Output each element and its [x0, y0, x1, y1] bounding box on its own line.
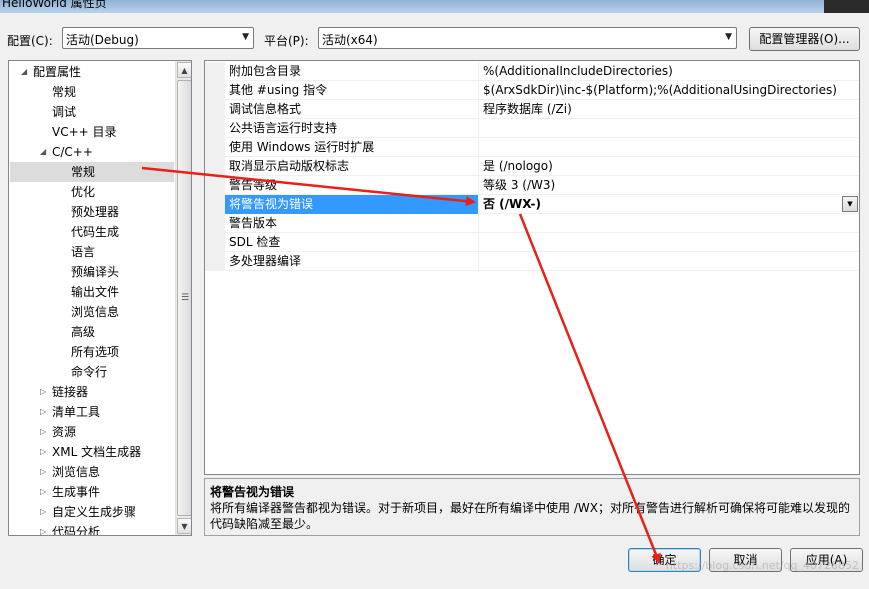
property-name: 取消显示启动版权标志	[229, 159, 350, 173]
property-row[interactable]: 其他 #using 指令 $(ArxSdkDir)\inc-$(Platform…	[205, 81, 859, 100]
property-value[interactable]: $(ArxSdkDir)\inc-$(Platform);%(Additiona…	[478, 81, 859, 100]
property-row[interactable]: 附加包含目录 %(AdditionalIncludeDirectories)	[205, 62, 859, 81]
property-grid[interactable]: 附加包含目录 %(AdditionalIncludeDirectories) 其…	[204, 60, 860, 475]
property-name: 警告等级	[229, 178, 278, 192]
expander-icon[interactable]: ▷	[40, 442, 46, 462]
tree-item-c-cpp-general[interactable]: 常规	[10, 162, 174, 182]
property-row[interactable]: 取消显示启动版权标志 是 (/nologo)	[205, 157, 859, 176]
title-bar: HelloWorld 属性页	[0, 0, 869, 13]
chevron-down-icon: ▼	[242, 32, 249, 42]
tree-item-output-files[interactable]: 输出文件	[71, 282, 119, 302]
tree-item-browse-info[interactable]: ▷ 浏览信息	[40, 462, 100, 482]
tree-item-resources[interactable]: ▷ 资源	[40, 422, 76, 442]
config-select-value: 活动(Debug)	[66, 33, 139, 47]
property-row[interactable]: SDL 检查	[205, 233, 859, 252]
grip-icon: ☰	[181, 293, 190, 303]
tree-item-code-analysis[interactable]: ▷ 代码分析	[40, 522, 100, 535]
description-text: 将所有编译器警告都视为错误。对于新项目，最好在所有编译中使用 /WX；对所有警告…	[210, 501, 850, 531]
tree-item-optimization[interactable]: 优化	[71, 182, 95, 202]
tree-item-vc-directories[interactable]: VC++ 目录	[52, 122, 117, 142]
tree-item-debugging[interactable]: 调试	[52, 102, 76, 122]
tree-item-c-cpp[interactable]: ◢ C/C++	[40, 142, 93, 162]
tree-item-precompiled-headers[interactable]: 预编译头	[71, 262, 119, 282]
property-value[interactable]: 程序数据库 (/Zi)	[478, 100, 859, 119]
scroll-thumb[interactable]: ☰	[177, 80, 191, 516]
property-value[interactable]	[478, 252, 859, 271]
scroll-up-icon[interactable]: ▲	[177, 62, 191, 78]
property-value[interactable]: 等级 3 (/W3)	[478, 176, 859, 195]
property-row[interactable]: 警告版本	[205, 214, 859, 233]
property-row[interactable]: 公共语言运行时支持	[205, 119, 859, 138]
tree-item-code-generation[interactable]: 代码生成	[71, 222, 119, 242]
tree-item-config-properties[interactable]: ◢ 配置属性	[21, 62, 81, 82]
chevron-down-icon: ▼	[725, 32, 732, 42]
property-value[interactable]: %(AdditionalIncludeDirectories)	[478, 62, 859, 81]
dropdown-arrow-icon[interactable]: ▼	[842, 196, 858, 212]
property-row[interactable]: 多处理器编译	[205, 252, 859, 271]
tree-item-xml-doc-generator[interactable]: ▷ XML 文档生成器	[40, 442, 141, 462]
property-value[interactable]	[478, 233, 859, 252]
tree-item-preprocessor[interactable]: 预处理器	[71, 202, 119, 222]
property-name: 使用 Windows 运行时扩展	[229, 140, 375, 154]
property-row[interactable]: 调试信息格式 程序数据库 (/Zi)	[205, 100, 859, 119]
config-manager-button[interactable]: 配置管理器(O)...	[749, 27, 860, 51]
tree-item-browse-information[interactable]: 浏览信息	[71, 302, 119, 322]
description-title: 将警告视为错误	[210, 485, 295, 499]
property-name: 附加包含目录	[229, 64, 302, 78]
tree-item-all-options[interactable]: 所有选项	[71, 342, 119, 362]
property-value[interactable]: 否 (/WX-) ▼	[478, 195, 859, 214]
property-value[interactable]: 是 (/nologo)	[478, 157, 859, 176]
expander-icon[interactable]: ▷	[40, 462, 46, 482]
property-row[interactable]: 使用 Windows 运行时扩展	[205, 138, 859, 157]
property-tree[interactable]: ◢ 配置属性 常规 调试 VC++ 目录 ◢ C/C++ 常规 优化 预处理器 …	[8, 60, 192, 536]
tree-item-build-events[interactable]: ▷ 生成事件	[40, 482, 100, 502]
property-value[interactable]	[478, 119, 859, 138]
expander-icon[interactable]: ▷	[40, 502, 46, 522]
config-label: 配置(C):	[7, 34, 53, 48]
property-name: 调试信息格式	[229, 102, 302, 116]
tree-scrollbar[interactable]: ▲ ☰ ▼	[175, 61, 191, 535]
property-name: 将警告视为错误	[225, 195, 478, 214]
tree-item-command-line[interactable]: 命令行	[71, 362, 107, 382]
property-row-selected[interactable]: 将警告视为错误 否 (/WX-) ▼	[205, 195, 859, 214]
expander-icon[interactable]: ▷	[40, 522, 46, 535]
expander-icon[interactable]: ▷	[40, 382, 46, 402]
property-value[interactable]	[478, 138, 859, 157]
tree-item-linker[interactable]: ▷ 链接器	[40, 382, 88, 402]
property-name: 公共语言运行时支持	[229, 121, 338, 135]
tree-item-language[interactable]: 语言	[71, 242, 95, 262]
platform-label: 平台(P):	[264, 34, 309, 48]
tree-item-advanced[interactable]: 高级	[71, 322, 95, 342]
platform-select-value: 活动(x64)	[322, 33, 378, 47]
scroll-down-icon[interactable]: ▼	[177, 518, 191, 534]
expander-icon[interactable]: ◢	[40, 142, 46, 162]
expander-icon[interactable]: ▷	[40, 422, 46, 442]
property-name: SDL 检查	[229, 235, 281, 249]
config-select[interactable]: 活动(Debug) ▼	[62, 27, 254, 49]
close-button[interactable]	[824, 0, 869, 13]
expander-icon[interactable]: ▷	[40, 482, 46, 502]
tree-item-general[interactable]: 常规	[52, 82, 76, 102]
tree-item-custom-build-step[interactable]: ▷ 自定义生成步骤	[40, 502, 136, 522]
description-panel: 将警告视为错误 将所有编译器警告都视为错误。对于新项目，最好在所有编译中使用 /…	[204, 478, 860, 536]
property-value[interactable]	[478, 214, 859, 233]
property-row[interactable]: 警告等级 等级 3 (/W3)	[205, 176, 859, 195]
expander-icon[interactable]: ▷	[40, 402, 46, 422]
property-name: 多处理器编译	[229, 254, 302, 268]
property-name: 其他 #using 指令	[229, 83, 328, 97]
tree-item-manifest-tool[interactable]: ▷ 清单工具	[40, 402, 100, 422]
window-title: HelloWorld 属性页	[2, 0, 107, 10]
expander-icon[interactable]: ◢	[21, 62, 27, 82]
platform-select[interactable]: 活动(x64) ▼	[318, 27, 737, 49]
property-name: 警告版本	[229, 216, 278, 230]
watermark: https://blog.csdn.net/qq_40726852	[665, 559, 859, 572]
